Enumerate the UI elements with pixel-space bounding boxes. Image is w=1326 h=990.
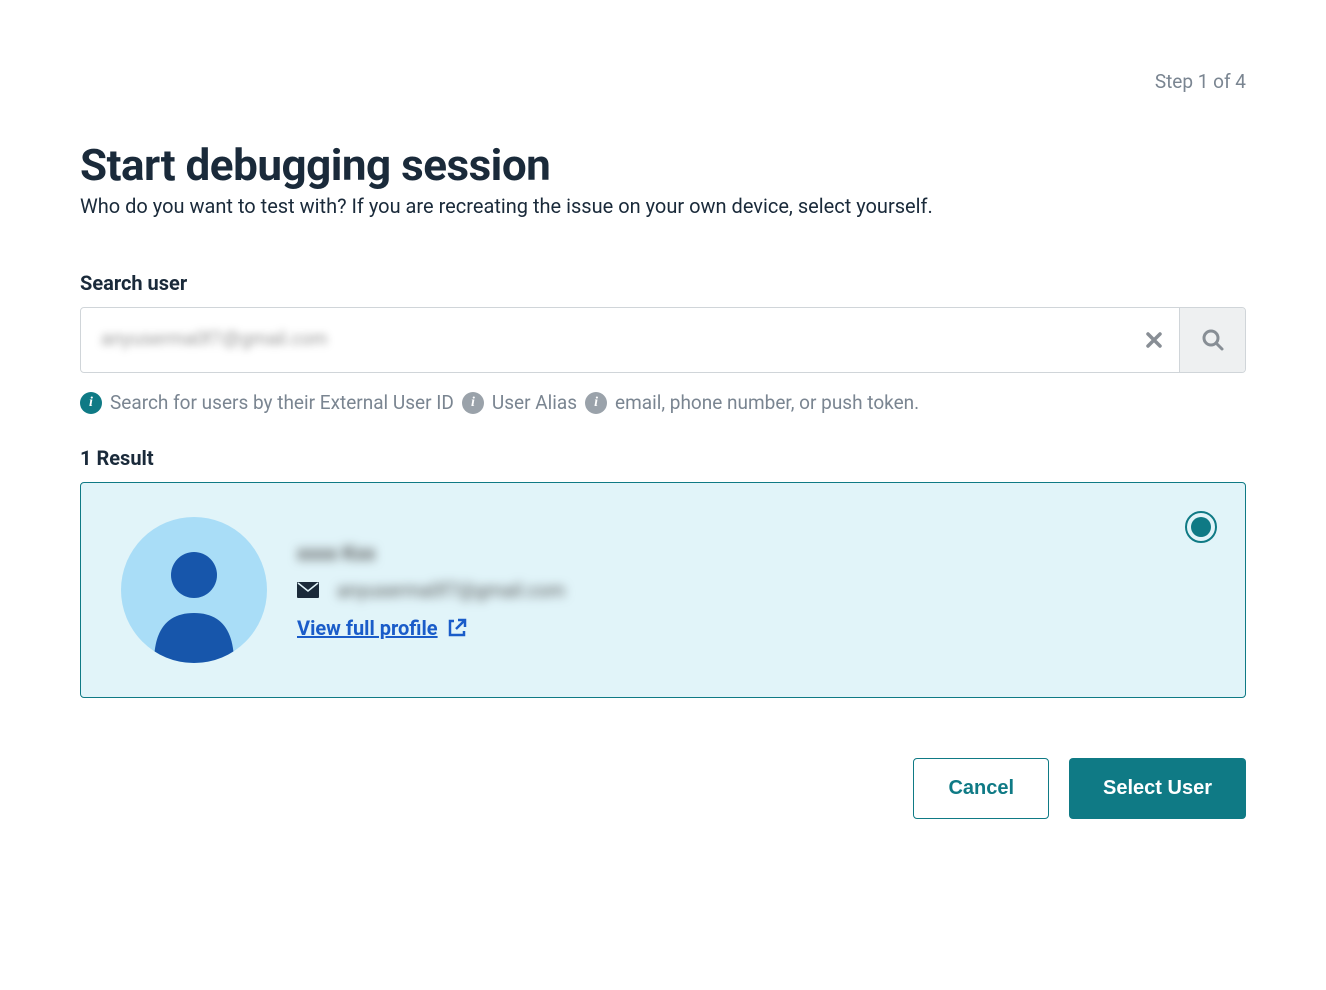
view-profile-link-label: View full profile — [297, 616, 438, 640]
search-label: Search user — [80, 271, 1246, 295]
page-description: Who do you want to test with? If you are… — [80, 191, 1246, 221]
cancel-button[interactable]: Cancel — [913, 758, 1049, 819]
user-result-card[interactable]: xxxx Kxx anyuserma0f7@gmail.com View ful… — [80, 482, 1246, 698]
select-user-radio[interactable] — [1185, 511, 1217, 543]
person-icon — [139, 543, 249, 663]
view-profile-link[interactable]: View full profile — [297, 616, 565, 640]
envelope-icon — [297, 582, 319, 598]
results-count-label: 1 Result — [80, 446, 1246, 470]
select-user-button[interactable]: Select User — [1069, 758, 1246, 819]
user-email-row: anyuserma0f7@gmail.com — [297, 579, 565, 602]
step-indicator: Step 1 of 4 — [1155, 70, 1246, 93]
external-link-icon — [446, 617, 468, 639]
page-title: Start debugging session — [80, 139, 1246, 191]
hint-text-suffix: email, phone number, or push token. — [615, 391, 919, 414]
info-icon[interactable]: i — [462, 392, 484, 414]
search-input[interactable] — [81, 308, 1129, 372]
hint-text-prefix: Search for users by their External User … — [110, 391, 454, 414]
search-button[interactable] — [1179, 308, 1245, 372]
clear-search-button[interactable] — [1129, 308, 1179, 372]
search-container — [80, 307, 1246, 373]
avatar — [121, 517, 267, 663]
user-info: xxxx Kxx anyuserma0f7@gmail.com View ful… — [297, 541, 565, 640]
search-hint: i Search for users by their External Use… — [80, 391, 1246, 414]
info-icon: i — [80, 392, 102, 414]
info-icon[interactable]: i — [585, 392, 607, 414]
search-icon — [1200, 327, 1226, 353]
user-email: anyuserma0f7@gmail.com — [337, 579, 565, 602]
footer-actions: Cancel Select User — [80, 758, 1246, 819]
hint-text-alias: User Alias — [492, 391, 577, 414]
close-icon — [1144, 330, 1164, 350]
user-name: xxxx Kxx — [297, 541, 565, 565]
